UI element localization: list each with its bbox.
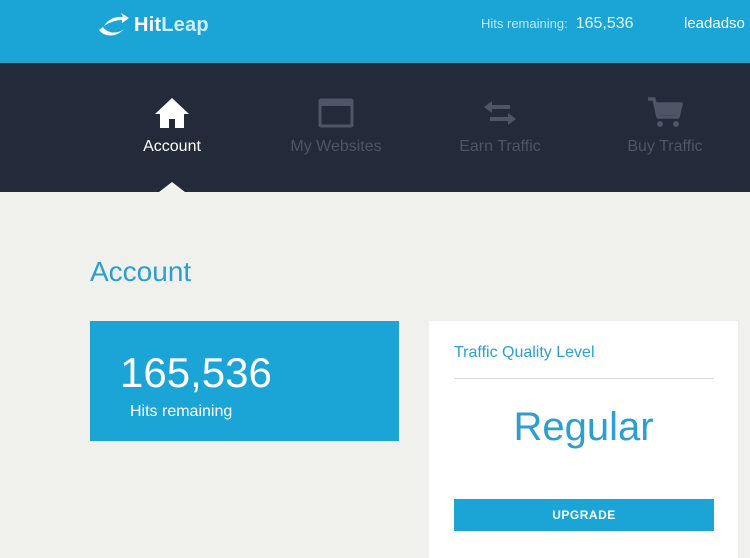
home-icon <box>155 98 189 128</box>
header-hits-remaining: Hits remaining: 165,536 <box>481 15 634 33</box>
nav-item-account[interactable]: Account <box>92 63 252 192</box>
active-nav-caret <box>159 182 185 192</box>
hits-remaining-label: Hits remaining <box>130 403 233 420</box>
top-bar: HitLeap Hits remaining: 165,536 leadadso <box>0 0 750 63</box>
hitleap-swoosh-icon <box>99 13 129 36</box>
hits-remaining-value: 165,536 <box>120 349 272 396</box>
upgrade-button[interactable]: UPGRADE <box>454 499 714 531</box>
nav-item-my-websites[interactable]: My Websites <box>256 63 416 192</box>
traffic-quality-level: Regular <box>513 405 654 449</box>
page-title: Account <box>90 256 192 287</box>
nav-label-my-websites: My Websites <box>290 138 382 155</box>
nav-label-earn-traffic: Earn Traffic <box>459 138 541 155</box>
username-menu[interactable]: leadadso <box>684 15 745 32</box>
browser-window-icon <box>318 98 354 128</box>
header-hits-value: 165,536 <box>575 15 634 32</box>
hits-remaining-card: 165,536 Hits remaining <box>90 321 399 441</box>
exchange-arrows-icon <box>484 101 516 125</box>
nav-label-buy-traffic: Buy Traffic <box>627 138 703 155</box>
nav-item-buy-traffic[interactable]: Buy Traffic <box>585 63 745 192</box>
nav-label-account: Account <box>143 138 201 155</box>
divider <box>454 378 714 379</box>
logo-text: HitLeap <box>134 13 209 36</box>
nav-item-earn-traffic[interactable]: Earn Traffic <box>420 63 580 192</box>
traffic-quality-title: Traffic Quality Level <box>454 344 595 361</box>
header-hits-label: Hits remaining: <box>481 16 568 31</box>
hitleap-logo[interactable]: HitLeap <box>96 10 209 40</box>
shopping-cart-icon <box>648 97 683 127</box>
traffic-quality-card: Traffic Quality Level Regular UPGRADE <box>429 321 738 558</box>
main-nav: Account My Websites Earn Traffic Buy Tra… <box>0 63 750 192</box>
